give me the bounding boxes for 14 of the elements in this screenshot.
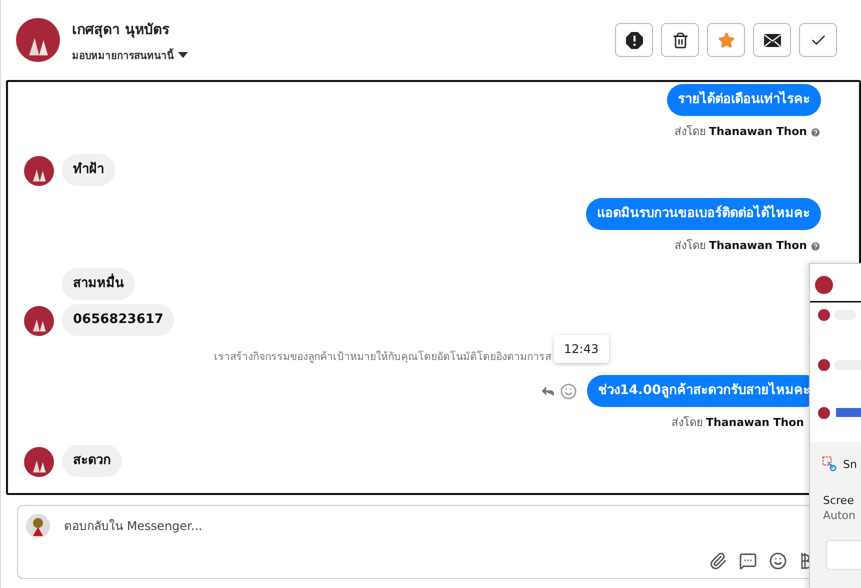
outgoing-message: รายได้ต่อเดือนเท่าไรคะ — [667, 84, 821, 116]
incoming-message: สามหมื่น — [62, 268, 135, 300]
incoming-message: สะดวก — [62, 445, 122, 477]
app-name: Sn — [843, 458, 857, 470]
sent-by-label: ส่งโดย Thanawan Thon — [674, 124, 807, 140]
notification-title: Scree — [823, 494, 855, 507]
incoming-message: ทำฝ้า — [62, 154, 115, 186]
sent-by-label: ส่งโดย Thanawan Thon — [674, 238, 807, 254]
contact-name: เกศสุดา นุหบัตร — [72, 20, 171, 40]
incoming-message: 0656823617 — [62, 304, 174, 336]
timestamp-tooltip: 12:43 — [554, 334, 609, 362]
system-notice: เราสร้างกิจกรรมของลูกค้าเป้าหมายให้กับคุณโดยอัตโนมัติโดยอิงตามการส — [214, 350, 551, 365]
outgoing-message: แอดมินรบกวนขอเบอร์ติดต่อได้ไหมคะ — [586, 198, 821, 230]
sent-by-label: ส่งโดย Thanawan Thon — [672, 415, 804, 431]
